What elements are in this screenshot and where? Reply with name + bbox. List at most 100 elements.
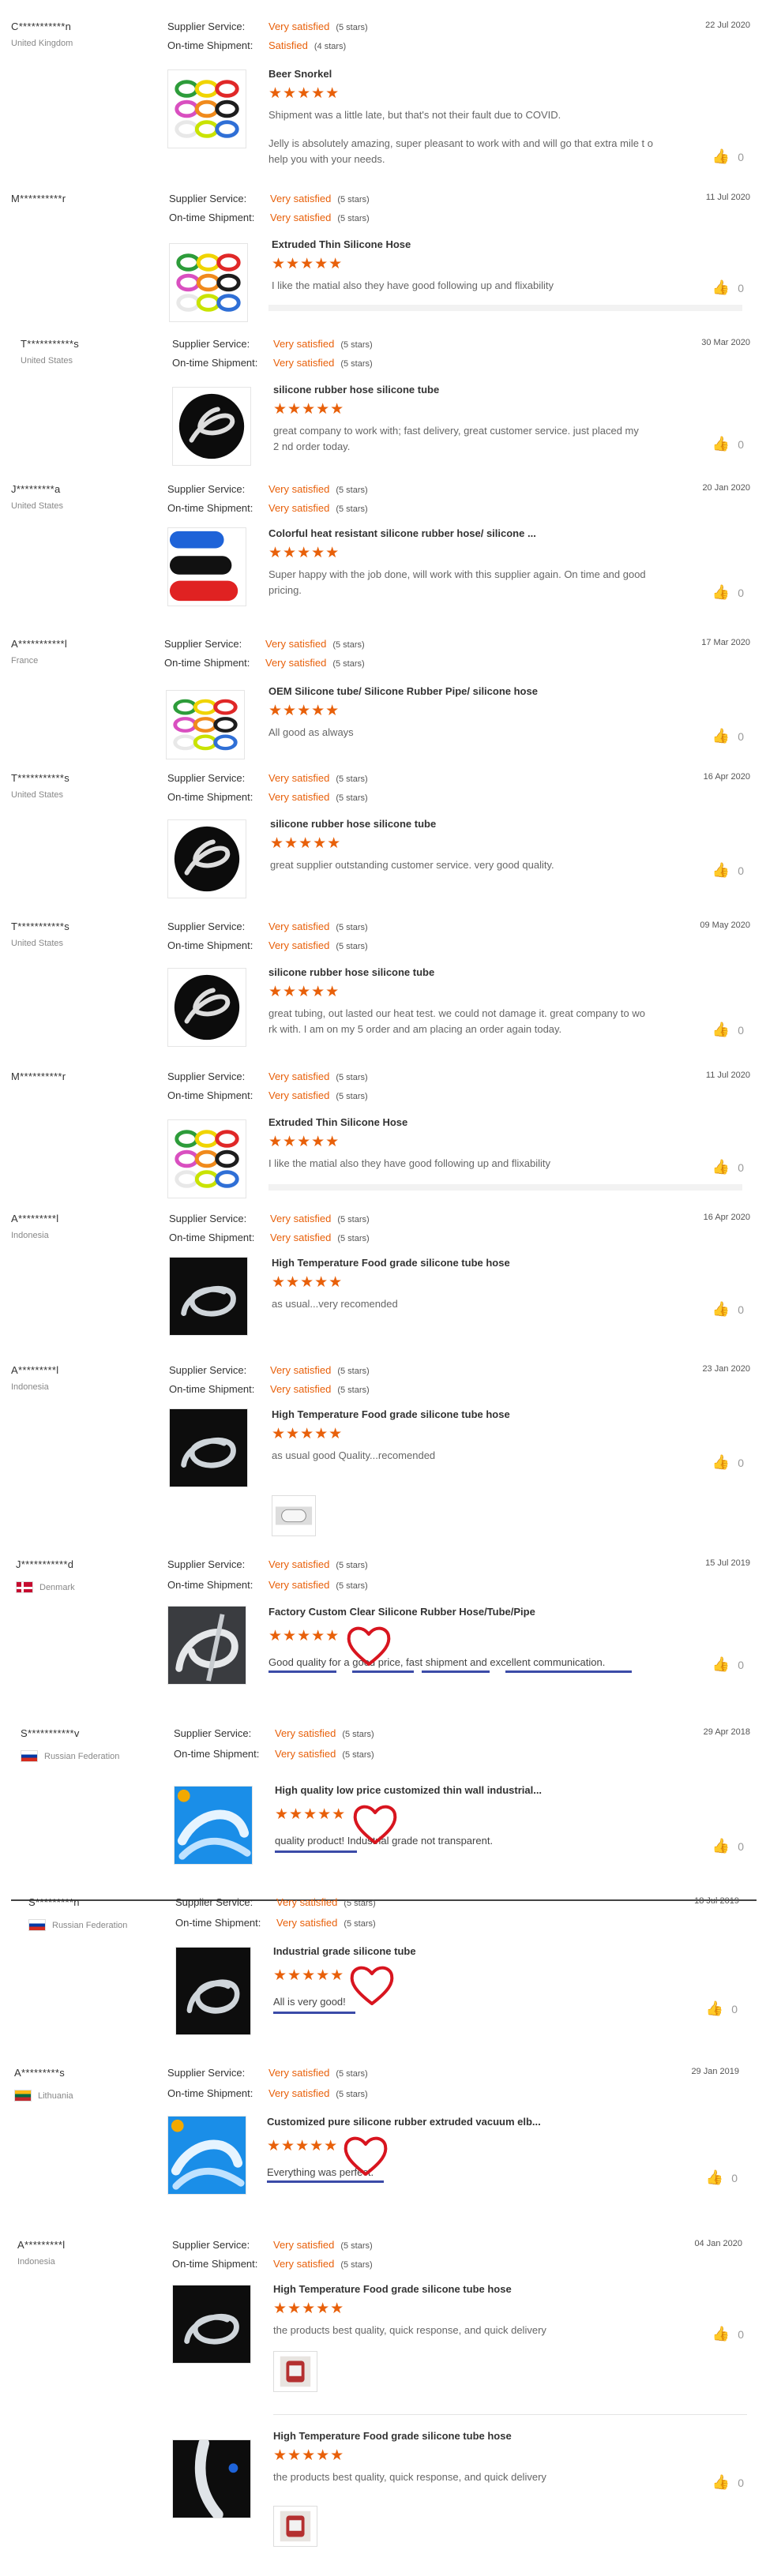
star-rating: ★★★★★ — [275, 1806, 347, 1823]
like-button[interactable]: 👍 0 — [712, 1838, 744, 1854]
product-name[interactable]: silicone rubber hose silicone tube — [268, 966, 655, 982]
buyer-info: A*********l Indonesia — [17, 2239, 167, 2267]
product-name[interactable]: Extruded Thin Silicone Hose — [268, 1116, 655, 1132]
buyer-country: Denmark — [39, 1582, 75, 1592]
product-thumbnail[interactable] — [167, 1606, 246, 1685]
buyer-country: United States — [21, 356, 73, 366]
product-thumbnail[interactable] — [167, 1119, 246, 1198]
product-thumbnail[interactable] — [172, 2285, 251, 2364]
product-name[interactable]: silicone rubber hose silicone tube — [273, 384, 660, 399]
multi-color-hose-icon — [168, 70, 246, 148]
review-photo[interactable] — [273, 2351, 317, 2392]
like-button[interactable]: 👍 0 — [712, 728, 744, 744]
black-blue-tube-icon — [173, 2440, 250, 2518]
product-thumbnail[interactable] — [169, 243, 248, 322]
review-comment: quality product! Industrial grade not tr… — [275, 1835, 494, 1847]
product-name[interactable]: OEM Silicone tube/ Silicone Rubber Pipe/… — [268, 685, 655, 701]
supplier-service-stars: (5 stars) — [344, 1899, 376, 1908]
supplier-service-value: Very satisfied — [268, 21, 330, 32]
black-circle-tube-icon — [173, 388, 250, 465]
highlight-underline — [275, 1850, 357, 1853]
star-rating: ★★★★★ — [268, 85, 340, 102]
like-button[interactable]: 👍 0 — [712, 862, 744, 879]
supplier-service-value: Very satisfied — [265, 638, 327, 650]
review-photo[interactable] — [273, 2506, 317, 2547]
tube-photo-icon — [272, 1496, 315, 1535]
ratings: Supplier Service: Very satisfied (5 stars)… — [167, 483, 499, 521]
review-body: Extruded Thin Silicone Hose ★★★★★ I like… — [272, 238, 659, 294]
product-thumbnail[interactable] — [167, 968, 246, 1047]
review-body: High Temperature Food grade silicone tub… — [273, 2283, 660, 2338]
ratings: Supplier Service: Very satisfied (5 stars)… — [175, 1896, 507, 1936]
product-name[interactable]: High quality low price customized thin w… — [275, 1784, 662, 1800]
product-thumbnail[interactable] — [166, 690, 245, 759]
buyer-info: J***********d Denmark — [16, 1558, 166, 1593]
product-name[interactable]: Customized pure silicone rubber extruded… — [267, 2116, 654, 2132]
review-body: High Temperature Food grade silicone tub… — [273, 2430, 660, 2485]
product-name[interactable]: Extruded Thin Silicone Hose — [272, 238, 659, 254]
like-button[interactable]: 👍 0 — [712, 1301, 744, 1318]
supplier-service-stars: (5 stars) — [337, 1215, 370, 1224]
product-thumbnail[interactable] — [167, 819, 246, 898]
product-name[interactable]: High Temperature Food grade silicone tub… — [272, 1408, 659, 1424]
review-photo[interactable] — [272, 1495, 316, 1536]
like-button[interactable]: 👍 0 — [712, 1159, 744, 1176]
supplier-service-stars: (5 stars) — [336, 486, 368, 495]
product-thumbnail[interactable] — [172, 2439, 251, 2518]
product-name[interactable]: High Temperature Food grade silicone tub… — [272, 1257, 659, 1273]
like-button[interactable]: 👍 0 — [706, 2000, 738, 2017]
buyer-country: United Kingdom — [11, 39, 73, 48]
product-thumbnail[interactable] — [169, 1257, 248, 1336]
product-thumbnail[interactable] — [167, 527, 246, 606]
supplier-service-label: Supplier Service: — [167, 1071, 246, 1082]
ratings: Supplier Service: Very satisfied (5 stars)… — [174, 1727, 505, 1767]
product-name[interactable]: Colorful heat resistant silicone rubber … — [268, 527, 655, 543]
buyer-info: M**********r — [11, 193, 161, 204]
product-thumbnail[interactable] — [174, 1786, 253, 1865]
like-button[interactable]: 👍 0 — [712, 584, 744, 601]
review-date: 23 Jan 2020 — [702, 1364, 750, 1374]
product-name[interactable]: Beer Snorkel — [268, 68, 655, 84]
like-button[interactable]: 👍 0 — [706, 2169, 738, 2186]
like-button[interactable]: 👍 0 — [712, 1022, 744, 1038]
like-button[interactable]: 👍 0 — [712, 148, 744, 165]
supplier-service-value: Very satisfied — [268, 1071, 330, 1082]
product-name[interactable]: High Temperature Food grade silicone tub… — [273, 2283, 660, 2299]
product-name[interactable]: Factory Custom Clear Silicone Rubber Hos… — [268, 1606, 655, 1622]
heart-icon — [350, 1966, 394, 2005]
product-thumbnail[interactable] — [167, 2116, 246, 2195]
product-thumbnail[interactable] — [169, 1408, 248, 1487]
supplier-service-stars: (5 stars) — [336, 2069, 368, 2079]
like-button[interactable]: 👍 0 — [712, 436, 744, 452]
like-count: 0 — [738, 437, 744, 451]
review-comment: great supplier outstanding customer serv… — [270, 859, 554, 871]
review-comment: Good quality for a good price, fast ship… — [268, 1656, 606, 1668]
product-name[interactable]: silicone rubber hose silicone tube — [270, 818, 657, 834]
supplier-service-stars: (5 stars) — [332, 640, 365, 650]
buyer-country: United States — [11, 501, 64, 511]
ratings: Supplier Service: Very satisfied (5 stars)… — [167, 2067, 499, 2106]
like-button[interactable]: 👍 0 — [712, 2326, 744, 2342]
product-thumbnail[interactable] — [167, 69, 246, 148]
star-rating: ★★★★★ — [272, 256, 344, 272]
supplier-service-stars: (5 stars) — [337, 195, 370, 204]
like-button[interactable]: 👍 0 — [712, 279, 744, 296]
supplier-service-label: Supplier Service: — [174, 1727, 252, 1739]
like-button[interactable]: 👍 0 — [712, 1656, 744, 1673]
supplier-service-label: Supplier Service: — [167, 772, 246, 784]
like-button[interactable]: 👍 0 — [712, 1454, 744, 1471]
star-rating: ★★★★★ — [268, 703, 340, 719]
ontime-shipment-stars: (5 stars) — [340, 359, 373, 369]
like-button[interactable]: 👍 0 — [712, 2474, 744, 2491]
ontime-shipment-value: Very satisfied — [270, 212, 332, 223]
product-thumbnail[interactable] — [175, 1947, 251, 2035]
product-name[interactable]: Industrial grade silicone tube — [273, 1945, 660, 1961]
star-rating: ★★★★★ — [267, 2138, 339, 2154]
review-body: High Temperature Food grade silicone tub… — [272, 1257, 659, 1312]
product-name[interactable]: High Temperature Food grade silicone tub… — [273, 2430, 660, 2446]
section-divider — [268, 1184, 742, 1191]
lithuania-flag-icon — [14, 2090, 32, 2102]
buyer-info: C***********n United Kingdom — [11, 21, 161, 48]
review-body: silicone rubber hose silicone tube ★★★★★… — [273, 384, 660, 455]
product-thumbnail[interactable] — [172, 387, 251, 466]
